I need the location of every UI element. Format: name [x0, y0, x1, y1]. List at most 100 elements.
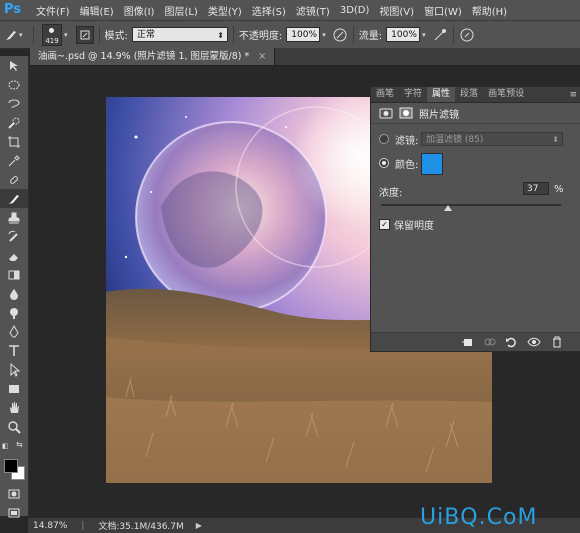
menu-3d[interactable]: 3D(D)	[340, 5, 370, 16]
default-colors-icon[interactable]: ◧	[2, 442, 9, 450]
filter-label: 滤镜:	[395, 135, 419, 147]
close-icon[interactable]: ×	[258, 51, 266, 62]
quick-mask-toggle[interactable]	[0, 484, 28, 503]
brush-size-picker[interactable]: 419	[42, 23, 62, 46]
document-tab[interactable]: 油画~.psd @ 14.9% (照片滤镜 1, 图层蒙版/8) * ×	[30, 48, 276, 65]
pressure-size-icon[interactable]	[459, 27, 475, 43]
eraser-icon	[9, 253, 18, 261]
brush-panel-toggle[interactable]	[75, 25, 94, 44]
menu-view[interactable]: 视图(V)	[379, 3, 414, 18]
color-row: 颜色:	[371, 151, 580, 175]
clip-to-layer-icon[interactable]	[461, 336, 473, 348]
density-input[interactable]: 37	[523, 182, 549, 195]
menu-image[interactable]: 图像(I)	[124, 3, 155, 18]
marquee-tool[interactable]	[0, 75, 28, 94]
rectangle-icon	[9, 384, 19, 393]
tab-brush[interactable]: 画笔	[371, 87, 399, 102]
menu-select[interactable]: 选择(S)	[252, 3, 286, 18]
tab-character[interactable]: 字符	[399, 87, 427, 102]
dodge-tool[interactable]	[0, 303, 28, 322]
screen-mode-toggle[interactable]	[0, 503, 28, 522]
view-previous-state-icon[interactable]	[483, 336, 497, 348]
move-tool[interactable]	[0, 56, 28, 75]
panel-header: 照片滤镜	[371, 103, 580, 124]
menu-file[interactable]: 文件(F)	[36, 3, 70, 18]
gradient-tool[interactable]	[0, 265, 28, 284]
foreground-color-swatch[interactable]	[4, 459, 18, 473]
color-radio[interactable]	[379, 158, 389, 168]
magnifier-icon	[8, 420, 21, 434]
chevron-down-icon[interactable]: ▾	[422, 31, 426, 39]
density-label: 浓度:	[379, 188, 403, 199]
blur-tool[interactable]	[0, 284, 28, 303]
history-brush-tool[interactable]	[0, 227, 28, 246]
menu-type[interactable]: 类型(Y)	[208, 3, 242, 18]
mode-value: 正常	[136, 30, 155, 40]
opacity-label: 不透明度:	[238, 31, 283, 42]
preserve-luminosity-row: ✓ 保留明度	[379, 217, 434, 232]
brush-icon	[6, 30, 16, 40]
filter-select[interactable]: 加温滤镜 (85) ⬍	[421, 132, 563, 146]
document-tab-title: 油画~.psd @ 14.9% (照片滤镜 1, 图层蒙版/8) *	[38, 51, 250, 62]
arrow-icon	[10, 362, 21, 377]
eyedropper-icon	[8, 154, 20, 166]
zoom-level[interactable]: 14.87%	[33, 521, 67, 531]
eraser-tool[interactable]	[0, 246, 28, 265]
tab-brush-presets[interactable]: 画笔预设	[483, 87, 529, 102]
flow-input[interactable]: 100%	[386, 27, 421, 42]
brush-tool[interactable]	[0, 189, 28, 208]
document-size[interactable]: 文档:35.1M/436.7M	[98, 519, 183, 532]
dodge-icon	[10, 307, 18, 319]
zoom-tool[interactable]	[0, 417, 28, 436]
preserve-luminosity-checkbox[interactable]: ✓	[379, 218, 390, 230]
mode-select[interactable]: 正常 ⬍	[131, 27, 228, 42]
brush-tip-icon	[49, 27, 54, 33]
options-bar: ▾ 419 ▾ 模式: 正常 ⬍ 不透明度: 100% ▾ 流量: 100% ▾	[0, 21, 580, 49]
pressure-opacity-icon[interactable]	[332, 27, 348, 43]
menu-window[interactable]: 窗口(W)	[424, 3, 462, 18]
quick-selection-tool[interactable]	[0, 113, 28, 132]
tab-properties[interactable]: 属性	[427, 87, 456, 102]
menu-layer[interactable]: 图层(L)	[164, 3, 197, 18]
opacity-input[interactable]: 100%	[286, 27, 321, 42]
menu-help[interactable]: 帮助(H)	[472, 3, 507, 18]
shape-tool[interactable]	[0, 379, 28, 398]
trash-icon[interactable]	[551, 336, 563, 348]
eyedropper-tool[interactable]	[0, 151, 28, 170]
crop-tool[interactable]	[0, 132, 28, 151]
airbrush-icon[interactable]	[432, 27, 448, 43]
brush-icon	[9, 194, 19, 204]
reset-icon[interactable]	[505, 336, 517, 348]
document-tab-bar: 油画~.psd @ 14.9% (照片滤镜 1, 图层蒙版/8) * ×	[30, 48, 580, 66]
filter-radio[interactable]	[379, 134, 389, 144]
healing-brush-tool[interactable]	[0, 170, 28, 189]
lasso-tool[interactable]	[0, 94, 28, 113]
color-swatch[interactable]	[421, 153, 443, 175]
swap-colors-icon[interactable]: ⇆	[16, 440, 23, 449]
tab-paragraph[interactable]: 段落	[455, 87, 483, 102]
panel-footer	[371, 332, 580, 351]
lasso-icon	[8, 99, 20, 108]
tools-panel: ◧ ⇆	[0, 56, 29, 517]
properties-panel: 画笔 字符 属性 段落 画笔预设 ≡ 照片滤镜 滤镜: 加温滤镜 (85) ⬍ …	[370, 86, 580, 352]
mask-icon[interactable]	[399, 107, 413, 119]
visibility-eye-icon[interactable]	[527, 336, 541, 348]
panel-menu-icon[interactable]: ≡	[569, 90, 577, 100]
pen-tool[interactable]	[0, 322, 28, 341]
chevron-down-icon[interactable]: ▾	[64, 31, 68, 39]
type-tool[interactable]	[0, 341, 28, 360]
flow-label: 流量:	[358, 31, 383, 42]
path-selection-tool[interactable]	[0, 360, 28, 379]
chevron-right-icon[interactable]: ▶	[196, 521, 202, 530]
density-slider[interactable]	[381, 202, 561, 212]
clone-stamp-tool[interactable]	[0, 208, 28, 227]
chevron-down-icon[interactable]: ▾	[322, 31, 326, 39]
hand-tool[interactable]	[0, 398, 28, 417]
menu-filter[interactable]: 滤镜(T)	[296, 3, 330, 18]
tool-preset-picker[interactable]: ▾	[4, 25, 28, 45]
density-slider-thumb[interactable]	[443, 205, 452, 211]
crop-icon	[8, 135, 20, 148]
watermark-logo: UiBQ.CoM	[420, 505, 538, 530]
menu-edit[interactable]: 编辑(E)	[80, 3, 114, 18]
filter-row: 滤镜: 加温滤镜 (85) ⬍	[371, 129, 580, 149]
